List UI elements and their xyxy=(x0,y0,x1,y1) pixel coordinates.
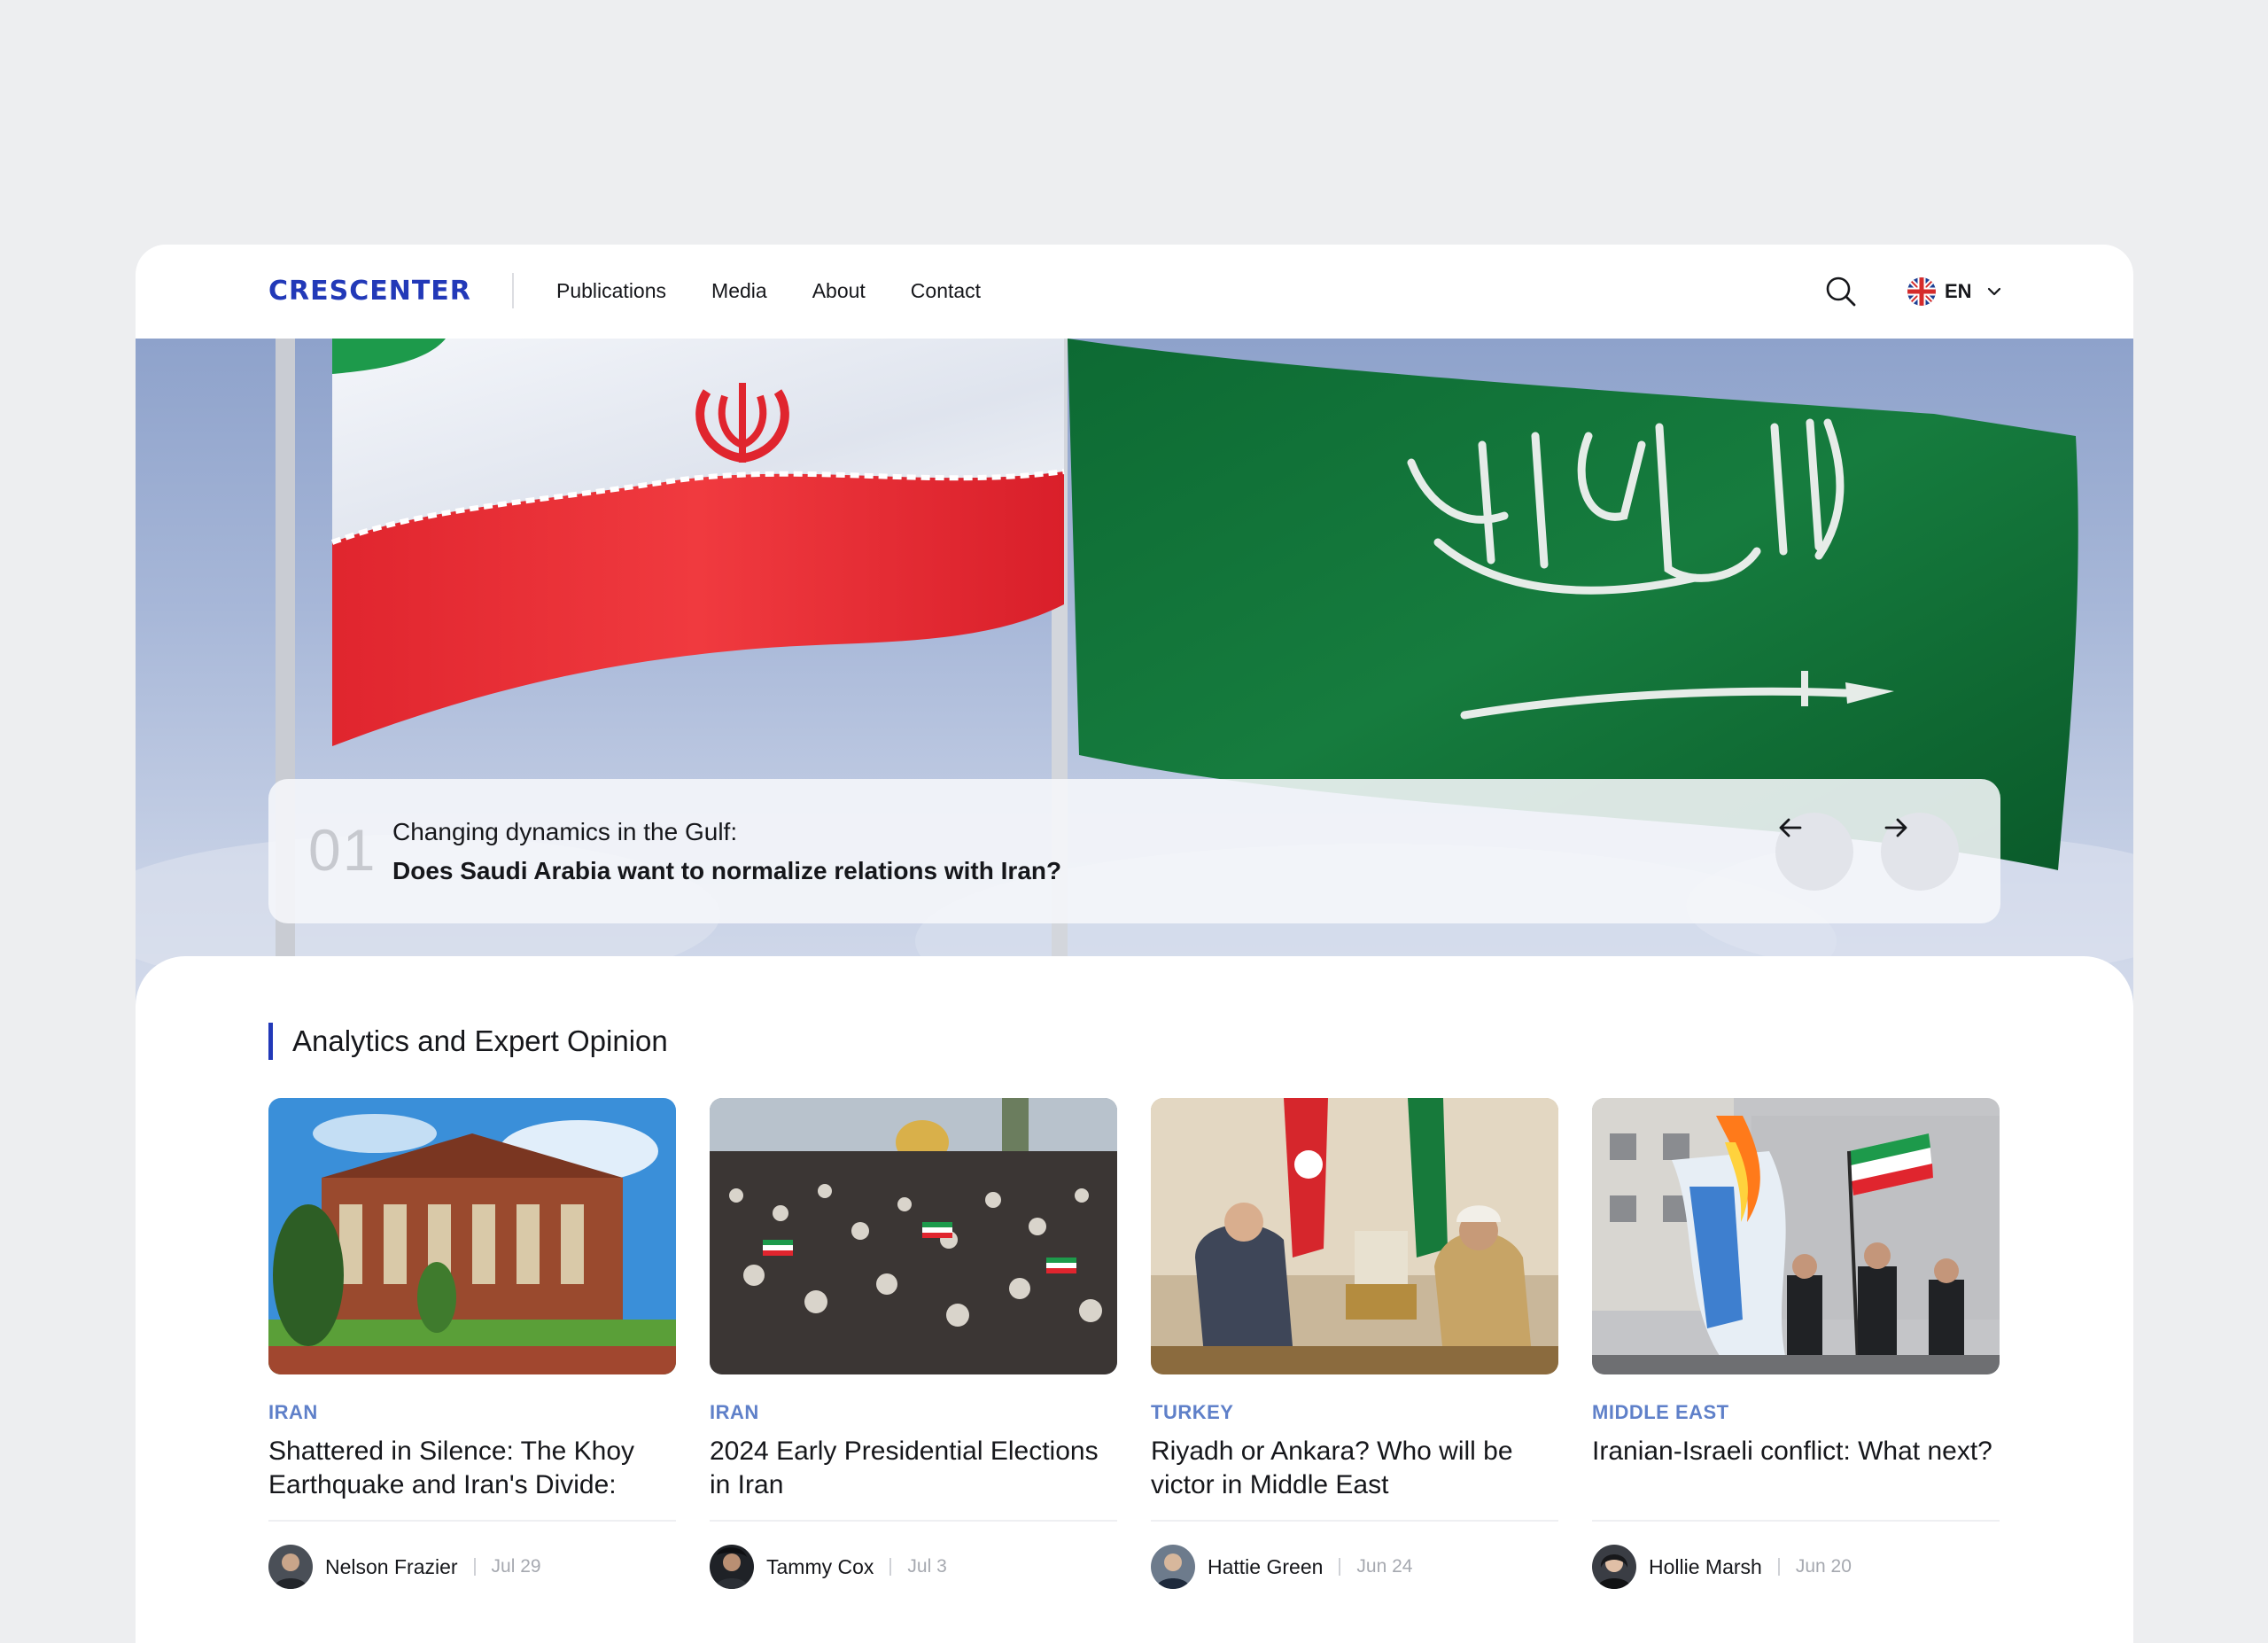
meta-separator xyxy=(1339,1558,1341,1576)
main-nav: Publications Media About Contact xyxy=(556,278,1026,303)
meta-separator xyxy=(473,1558,476,1576)
article-thumbnail[interactable] xyxy=(268,1098,676,1374)
nav-media[interactable]: Media xyxy=(711,278,767,303)
article-thumbnail[interactable] xyxy=(710,1098,1117,1374)
meta-separator xyxy=(1777,1558,1780,1576)
article-title[interactable]: Iranian-Israeli conflict: What next? xyxy=(1592,1435,2000,1502)
language-code: EN xyxy=(1945,280,1972,302)
author-name[interactable]: Hollie Marsh xyxy=(1649,1555,1762,1579)
hero-banner: 01 Changing dynamics in the Gulf: Does S… xyxy=(136,339,2133,1012)
arrow-right-icon xyxy=(1884,818,1907,837)
article-tag[interactable]: IRAN xyxy=(710,1401,1117,1424)
hero-caption[interactable]: 01 Changing dynamics in the Gulf: Does S… xyxy=(268,779,2000,923)
prev-slide-button[interactable] xyxy=(1775,813,1853,891)
article-meta: Hollie Marsh Jun 20 xyxy=(1592,1545,2000,1589)
article-card[interactable]: IRAN 2024 Early Presidential Elections i… xyxy=(710,1098,1117,1594)
author-name[interactable]: Tammy Cox xyxy=(766,1555,874,1579)
article-divider xyxy=(710,1520,1117,1522)
nav-publications[interactable]: Publications xyxy=(556,278,666,303)
site-logo[interactable]: CRESCENTER xyxy=(268,276,471,307)
author-name[interactable]: Nelson Frazier xyxy=(325,1555,458,1579)
section-title: Analytics and Expert Opinion xyxy=(292,1024,668,1057)
section-accent-bar xyxy=(268,1023,273,1060)
author-name[interactable]: Hattie Green xyxy=(1208,1555,1323,1579)
article-divider xyxy=(1592,1520,2000,1522)
article-list: IRAN Shattered in Silence: The Khoy Eart… xyxy=(268,1098,2000,1594)
uk-flag-icon xyxy=(1907,277,1936,306)
article-meta: Tammy Cox Jul 3 xyxy=(710,1545,1117,1589)
article-title[interactable]: Riyadh or Ankara? Who will be victor in … xyxy=(1151,1435,1558,1502)
article-date: Jul 3 xyxy=(907,1556,947,1577)
avatar xyxy=(710,1545,754,1589)
article-meta: Nelson Frazier Jul 29 xyxy=(268,1545,676,1589)
article-meta: Hattie Green Jun 24 xyxy=(1151,1545,1558,1589)
article-title[interactable]: Shattered in Silence: The Khoy Earthquak… xyxy=(268,1435,676,1502)
chevron-down-icon xyxy=(1987,287,2000,296)
article-date: Jun 24 xyxy=(1356,1556,1413,1577)
nav-about[interactable]: About xyxy=(812,278,866,303)
section-heading: Analytics and Expert Opinion xyxy=(268,1023,668,1060)
next-slide-button[interactable] xyxy=(1881,813,1959,891)
search-icon[interactable] xyxy=(1824,275,1858,308)
article-tag[interactable]: TURKEY xyxy=(1151,1401,1558,1424)
language-selector[interactable]: EN xyxy=(1907,273,2004,310)
article-tag[interactable]: IRAN xyxy=(268,1401,676,1424)
site-header: CRESCENTER Publications Media About Cont… xyxy=(136,245,2133,339)
article-thumbnail[interactable] xyxy=(1151,1098,1558,1374)
article-date: Jun 20 xyxy=(1795,1556,1852,1577)
nav-contact[interactable]: Contact xyxy=(911,278,981,303)
article-divider xyxy=(1151,1520,1558,1522)
avatar xyxy=(1151,1545,1195,1589)
page-card: CRESCENTER Publications Media About Cont… xyxy=(136,245,2133,1643)
article-title[interactable]: 2024 Early Presidential Elections in Ira… xyxy=(710,1435,1117,1502)
article-card[interactable]: MIDDLE EAST Iranian-Israeli conflict: Wh… xyxy=(1592,1098,2000,1594)
avatar xyxy=(1592,1545,1636,1589)
meta-separator xyxy=(889,1558,892,1576)
article-card[interactable]: IRAN Shattered in Silence: The Khoy Eart… xyxy=(268,1098,676,1594)
article-tag[interactable]: MIDDLE EAST xyxy=(1592,1401,2000,1424)
article-thumbnail[interactable] xyxy=(1592,1098,2000,1374)
article-card[interactable]: TURKEY Riyadh or Ankara? Who will be vic… xyxy=(1151,1098,1558,1594)
slide-number: 01 xyxy=(308,817,377,883)
logo-divider xyxy=(512,273,514,308)
content-section: Analytics and Expert Opinion IRAN Shatte… xyxy=(136,956,2133,1643)
arrow-left-icon xyxy=(1779,818,1802,837)
article-divider xyxy=(268,1520,676,1522)
avatar xyxy=(268,1545,313,1589)
hero-headline[interactable]: Does Saudi Arabia want to normalize rela… xyxy=(392,857,1061,885)
hero-kicker: Changing dynamics in the Gulf: xyxy=(392,818,738,845)
article-date: Jul 29 xyxy=(491,1556,541,1577)
